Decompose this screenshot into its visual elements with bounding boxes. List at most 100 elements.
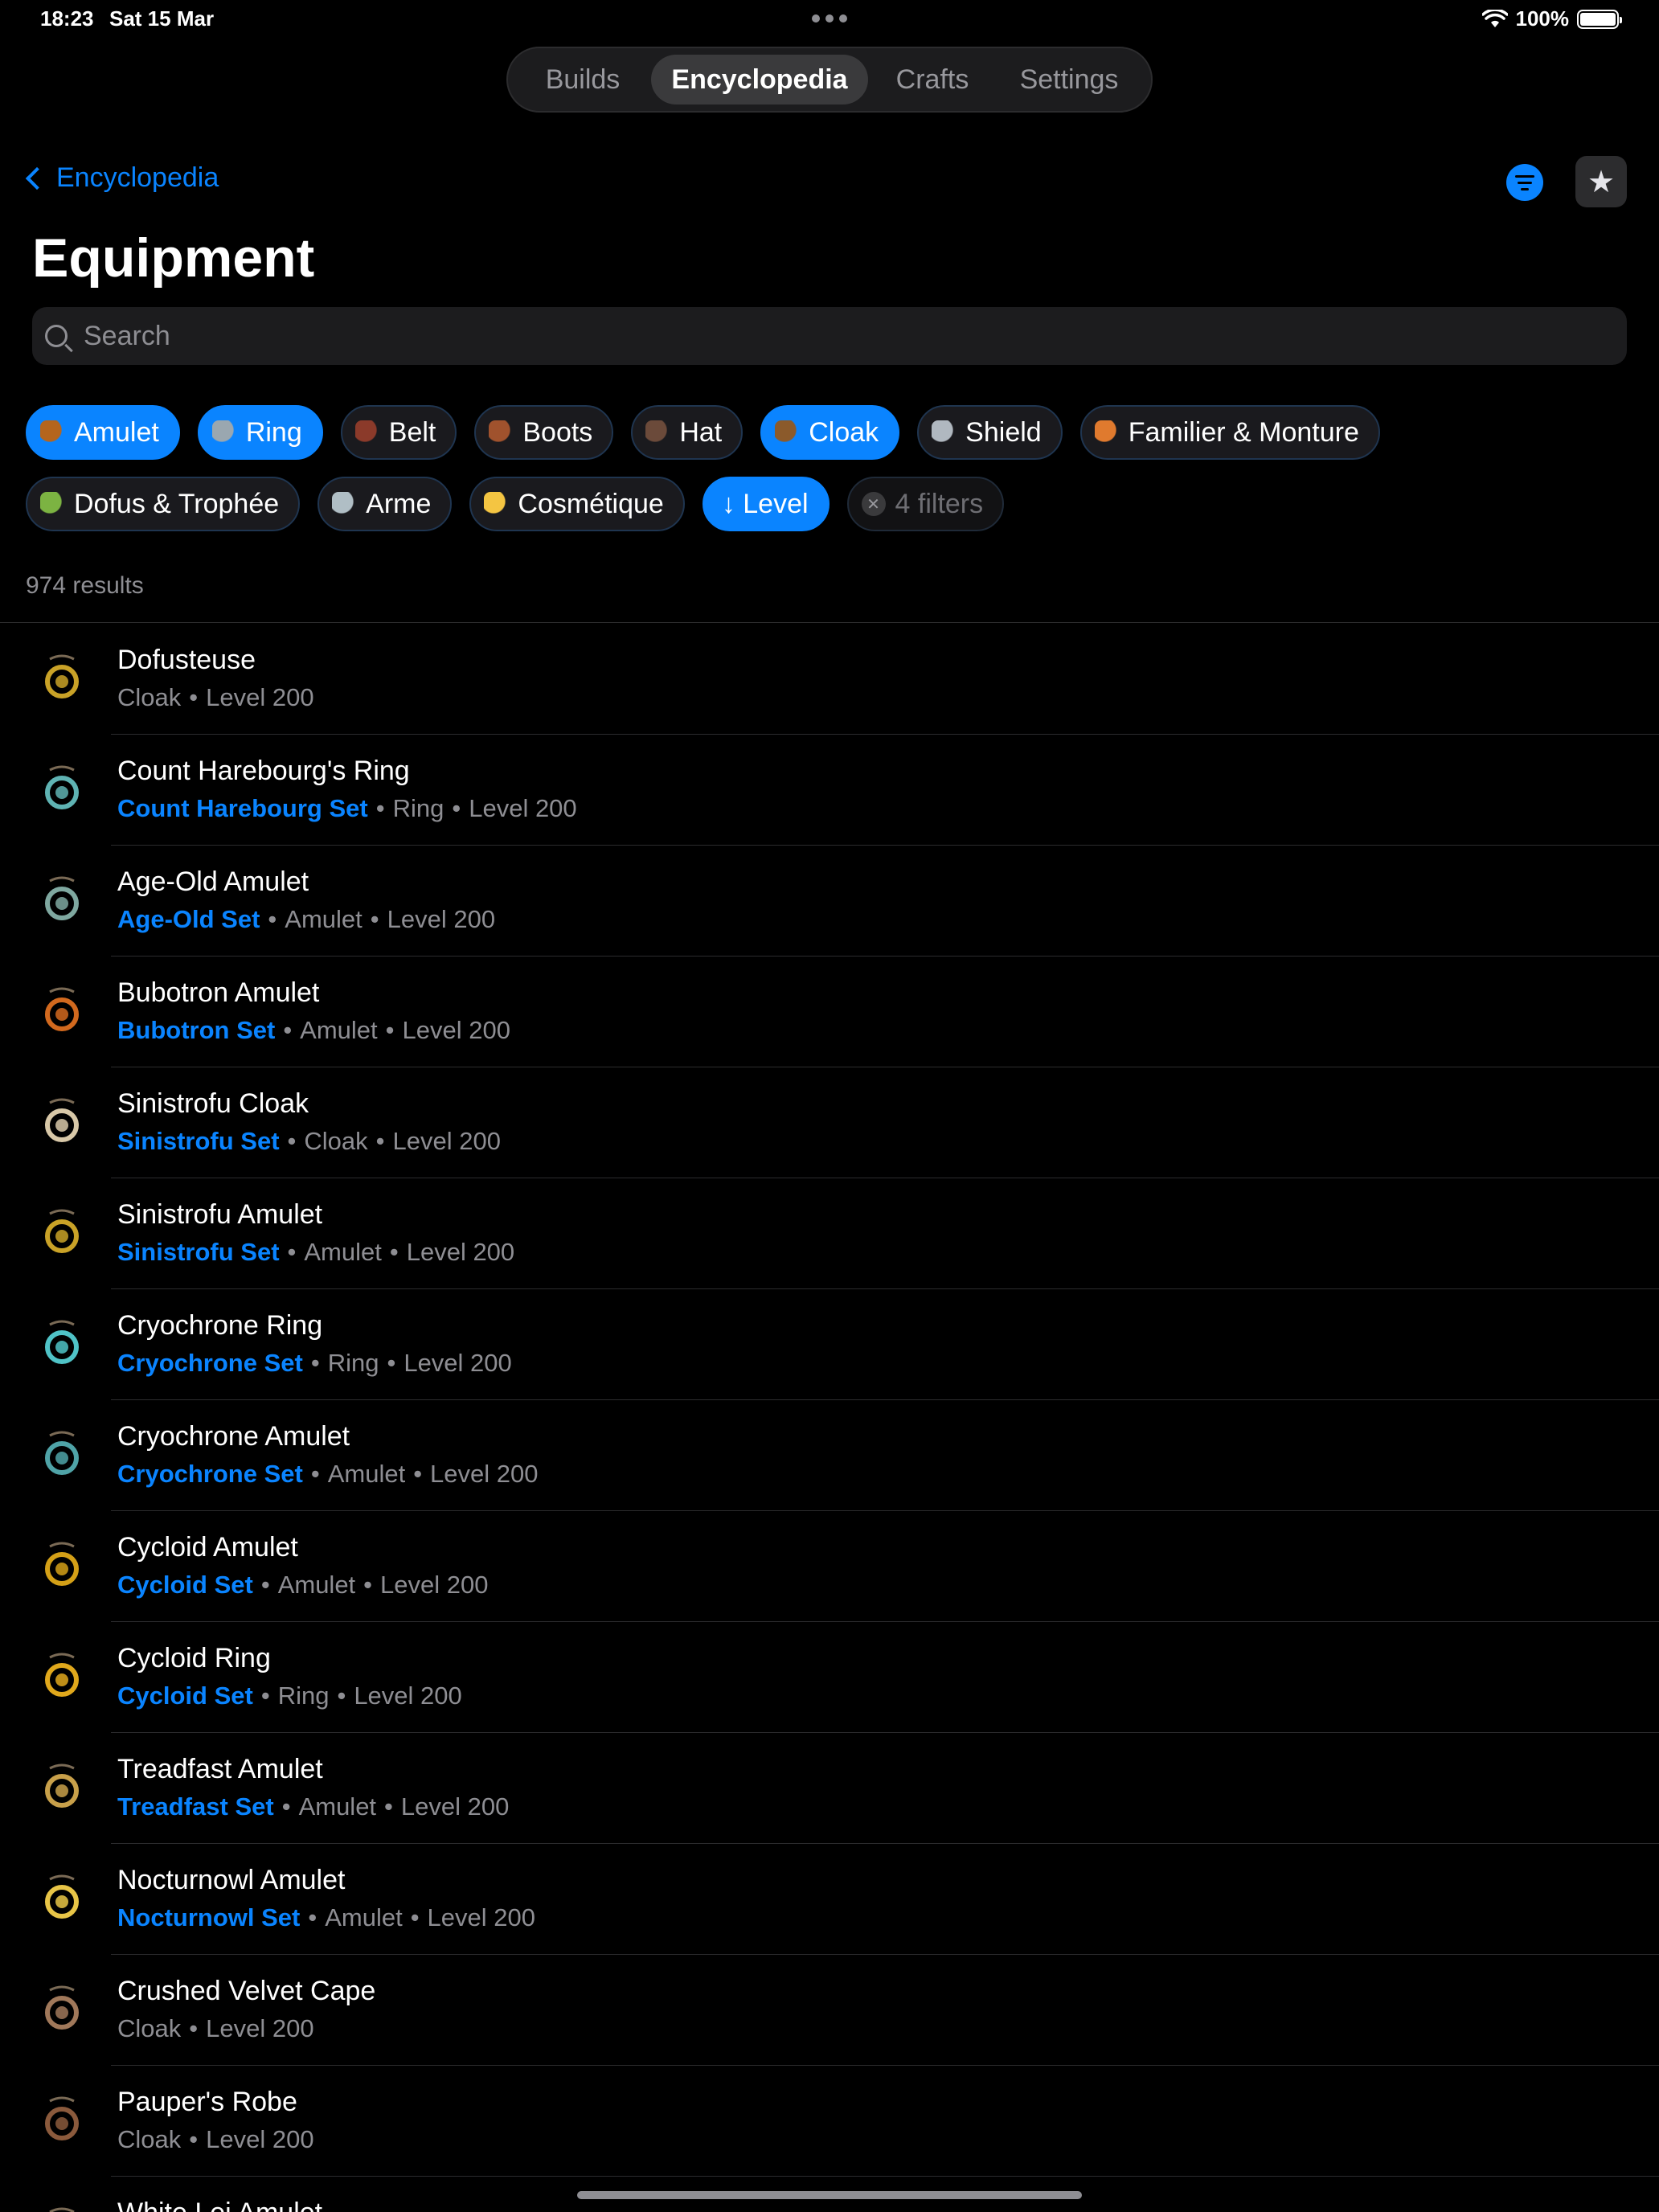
separator-dot: • <box>189 2125 199 2153</box>
tab-crafts[interactable]: Crafts <box>868 55 997 104</box>
item-type: Ring <box>392 794 444 822</box>
chip-boots[interactable]: Boots <box>474 405 614 460</box>
list-item[interactable]: Treadfast Amulet Treadfast Set • Amulet • Lev… <box>0 1733 1659 1844</box>
item-details: Sinistrofu Set • Cloak • Level 200 <box>117 1127 501 1156</box>
filter-chips-row-1: Amulet Ring Belt Boots Hat Cloak Shield Familie… <box>26 405 1380 460</box>
separator-dot: • <box>283 1016 293 1044</box>
set-link[interactable]: Cycloid Set <box>117 1571 253 1599</box>
multitasking-dots-icon[interactable] <box>812 14 847 23</box>
list-item[interactable]: Sinistrofu Cloak Sinistrofu Set • Cloak • Lev… <box>0 1067 1659 1178</box>
chip-arme[interactable]: Arme <box>317 477 453 531</box>
chip-label: Boots <box>522 416 593 448</box>
chip-belt[interactable]: Belt <box>340 405 457 460</box>
item-level: Level 200 <box>380 1571 489 1599</box>
list-item[interactable]: Nocturnowl Amulet Nocturnowl Set • Amulet • L… <box>0 1844 1659 1955</box>
separator-dot: • <box>310 1460 320 1488</box>
item-details: Cloak • Level 200 <box>117 2125 314 2154</box>
set-link[interactable]: Cycloid Set <box>117 1682 253 1710</box>
list-item[interactable]: Cryochrone Amulet Cryochrone Set • Amulet • L… <box>0 1400 1659 1511</box>
home-indicator[interactable] <box>577 2191 1082 2199</box>
set-link[interactable]: Count Harebourg Set <box>117 794 368 822</box>
battery-icon <box>1577 9 1622 29</box>
chip-label: Familier & Monture <box>1128 416 1359 448</box>
item-name: Cryochrone Ring <box>117 1310 323 1341</box>
list-item[interactable]: Pauper's Robe Cloak • Level 200 <box>0 2066 1659 2177</box>
chip-amulet[interactable]: Amulet <box>26 405 180 460</box>
chip-hat[interactable]: Hat <box>631 405 743 460</box>
belt-icon <box>354 420 379 444</box>
separator-dot: • <box>363 1571 373 1599</box>
item-details: Age-Old Set • Amulet • Level 200 <box>117 905 495 934</box>
item-type: Cloak <box>304 1127 368 1155</box>
set-link[interactable]: Nocturnowl Set <box>117 1903 300 1931</box>
sort-level-chip[interactable]: ↓ Level <box>702 477 830 531</box>
list-item[interactable]: Cycloid Amulet Cycloid Set • Amulet • Level 2… <box>0 1511 1659 1622</box>
separator-dot: • <box>189 683 199 711</box>
item-level: Level 200 <box>392 1127 501 1155</box>
search-input[interactable] <box>84 320 1627 352</box>
search-bar[interactable] <box>32 307 1627 365</box>
tab-settings[interactable]: Settings <box>997 55 1141 104</box>
chip-familier-monture[interactable]: Familier & Monture <box>1079 405 1380 460</box>
set-link[interactable]: Cryochrone Set <box>117 1349 303 1377</box>
item-level: Level 200 <box>354 1682 462 1710</box>
item-level: Level 200 <box>469 794 577 822</box>
page-title: Equipment <box>32 227 315 289</box>
amulet-icon <box>29 979 95 1045</box>
item-level: Level 200 <box>400 1792 510 1821</box>
item-type: Amulet <box>327 1460 406 1488</box>
set-link[interactable]: Bubotron Set <box>117 1016 275 1044</box>
item-name: Cryochrone Amulet <box>117 1421 350 1452</box>
chip-label: Cloak <box>809 416 879 448</box>
item-level: Level 200 <box>406 1238 515 1266</box>
item-level: Level 200 <box>430 1460 539 1488</box>
set-link[interactable]: Age-Old Set <box>117 905 260 933</box>
boots-icon <box>489 420 514 444</box>
cloak-icon <box>29 1090 95 1156</box>
item-name: Sinistrofu Cloak <box>117 1088 309 1119</box>
separator-dot: • <box>287 1238 297 1266</box>
dofus-egg-icon <box>40 492 64 516</box>
list-item[interactable]: Count Harebourg's Ring Count Harebourg Se… <box>0 735 1659 846</box>
item-type: Amulet <box>304 1238 382 1266</box>
list-item[interactable]: Crushed Velvet Cape Cloak • Level 200 <box>0 1955 1659 2066</box>
separator-dot: • <box>260 1682 270 1710</box>
list-item[interactable]: Sinistrofu Amulet Sinistrofu Set • Amulet • L… <box>0 1178 1659 1289</box>
separator-dot: • <box>287 1127 297 1155</box>
set-link[interactable]: Sinistrofu Set <box>117 1127 280 1155</box>
cloak-icon <box>775 420 800 444</box>
item-details: Cryochrone Set • Amulet • Level 200 <box>117 1460 539 1489</box>
set-link[interactable]: Sinistrofu Set <box>117 1238 280 1266</box>
chip-shield[interactable]: Shield <box>917 405 1063 460</box>
clear-filters-chip[interactable]: ✕ 4 filters <box>846 477 1005 531</box>
wifi-icon <box>1481 9 1508 27</box>
chip-label: Arme <box>366 488 432 519</box>
list-item[interactable]: Cryochrone Ring Cryochrone Set • Ring • Level… <box>0 1289 1659 1400</box>
chip-ring[interactable]: Ring <box>197 405 323 460</box>
search-icon <box>45 325 68 347</box>
chip-cosm-tique[interactable]: Cosmétique <box>469 477 685 531</box>
item-level: Level 200 <box>402 1016 510 1044</box>
back-button[interactable]: Encyclopedia <box>21 162 219 194</box>
tab-encyclopedia[interactable]: Encyclopedia <box>651 55 868 104</box>
star-icon: ★ <box>1587 165 1616 199</box>
set-link[interactable]: Treadfast Set <box>117 1792 274 1821</box>
ring-icon <box>29 1645 95 1710</box>
list-item[interactable]: Age-Old Amulet Age-Old Set • Amulet • Level 2… <box>0 846 1659 956</box>
filter-button[interactable] <box>1506 164 1543 201</box>
amulet-icon <box>29 1534 95 1600</box>
chip-cloak[interactable]: Cloak <box>760 405 900 460</box>
status-bar: 18:23 Sat 15 Mar 100% <box>0 0 1659 39</box>
list-item[interactable]: Cycloid Ring Cycloid Set • Ring • Level 200 <box>0 1622 1659 1733</box>
shield-icon <box>932 420 956 444</box>
separator-dot: • <box>370 905 379 933</box>
separator-dot: • <box>337 1682 346 1710</box>
set-link[interactable]: Cryochrone Set <box>117 1460 303 1488</box>
status-date: Sat 15 Mar <box>109 6 215 31</box>
chip-dofus-troph-e[interactable]: Dofus & Trophée <box>26 477 301 531</box>
favorites-button[interactable]: ★ <box>1575 156 1627 207</box>
list-item[interactable]: Dofusteuse Cloak • Level 200 <box>0 624 1659 735</box>
tab-builds[interactable]: Builds <box>514 55 651 104</box>
list-item[interactable]: Bubotron Amulet Bubotron Set • Amulet • Level… <box>0 956 1659 1067</box>
chip-label: Cosmétique <box>518 488 664 519</box>
